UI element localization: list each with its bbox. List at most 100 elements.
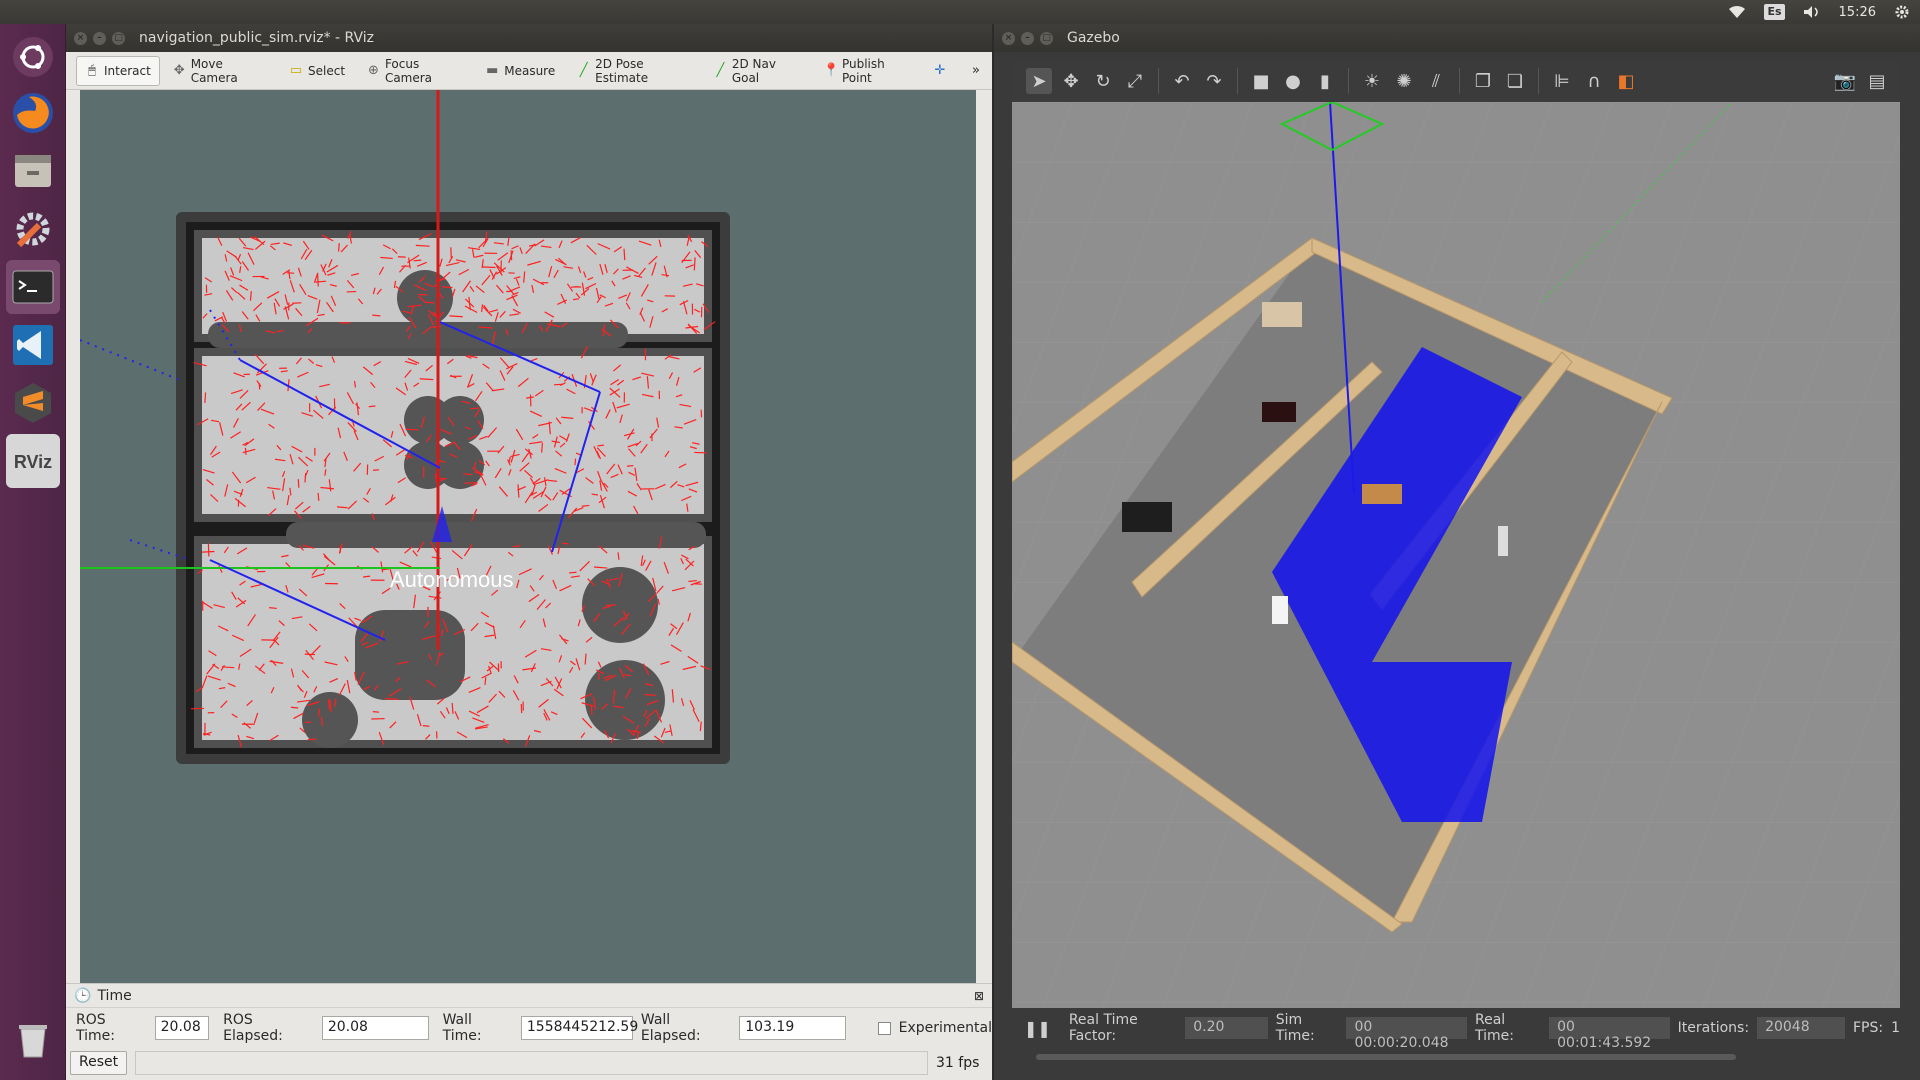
maximize-icon[interactable]: □ (112, 31, 125, 45)
volume-icon[interactable] (1803, 3, 1821, 21)
particle-arrow (372, 711, 380, 713)
system-settings-icon[interactable] (6, 202, 60, 256)
particle-arrow (574, 285, 582, 288)
rotate-mode-icon[interactable]: ↻ (1090, 68, 1116, 94)
clock-icon: 🕒 (74, 987, 92, 1004)
translate-mode-icon[interactable]: ✥ (1058, 68, 1084, 94)
close-icon[interactable]: × (1002, 31, 1015, 45)
settings-gear-icon[interactable] (1894, 3, 1910, 21)
rviz-right-panel-handle[interactable] (976, 90, 992, 983)
interact-tool-button[interactable]: 🖱 Interact (76, 55, 160, 86)
clock[interactable]: 15:26 (1839, 5, 1876, 20)
ros-elapsed-field[interactable]: 20.08 (321, 1016, 429, 1040)
file-manager-icon[interactable] (6, 144, 60, 198)
measure-icon: ▬ (486, 63, 499, 78)
close-icon[interactable]: × (74, 31, 87, 45)
minimize-icon[interactable]: – (93, 31, 106, 45)
align-icon[interactable]: ⊫ (1549, 68, 1575, 94)
publish-point-icon: 📍 (822, 63, 840, 78)
select-tool-button[interactable]: ▭ Select (280, 56, 354, 86)
cylinder-shape-icon[interactable]: ▮ (1312, 68, 1338, 94)
spot-light-icon[interactable]: ✺ (1391, 68, 1417, 94)
nav-goal-tool-button[interactable]: ╱ 2D Nav Goal (705, 56, 810, 86)
particle-arrow (500, 260, 502, 274)
gazebo-fps-label: FPS: (1852, 1020, 1884, 1036)
nav-goal-icon: ╱ (716, 63, 725, 78)
wall-elapsed-label: Wall Elapsed: (640, 1012, 701, 1044)
particle-arrow (606, 604, 616, 607)
screenshot-icon[interactable]: 📷 (1832, 68, 1858, 94)
keyboard-layout-indicator[interactable]: Es (1764, 4, 1785, 20)
particle-arrow (597, 444, 604, 447)
redo-icon[interactable]: ↷ (1201, 68, 1227, 94)
experimental-label: Experimental (898, 1020, 992, 1036)
reset-button[interactable]: Reset (70, 1051, 128, 1075)
rviz-left-panel-handle[interactable] (66, 90, 80, 983)
rviz-titlebar[interactable]: × – □ navigation_public_sim.rviz* - RViz (66, 24, 992, 52)
toolbar-separator (1348, 68, 1349, 94)
particle-arrow (541, 442, 544, 453)
select-mode-icon[interactable]: ➤ (1026, 68, 1052, 94)
firefox-icon[interactable] (6, 86, 60, 140)
change-view-icon[interactable]: ◧ (1613, 68, 1639, 94)
particle-arrow (405, 428, 419, 431)
gazebo-titlebar[interactable]: × – □ Gazebo (994, 24, 1920, 52)
rviz-icon[interactable]: RViz (6, 434, 60, 488)
close-panel-icon[interactable]: ⊠ (974, 989, 984, 1003)
directional-light-icon[interactable]: ⫽ (1423, 68, 1449, 94)
robot-status-label: Autonomous (390, 567, 514, 592)
measure-tool-button[interactable]: ▬ Measure (476, 56, 564, 86)
particle-arrow (451, 702, 454, 714)
move-camera-tool-button[interactable]: ✥ Move Camera (164, 56, 276, 86)
table-model (1262, 402, 1296, 422)
time-panel-header: 🕒 Time ⊠ (66, 984, 992, 1008)
gazebo-status-bar: ❚❚ Real Time Factor: 0.20 Sim Time: 00 0… (1012, 1008, 1900, 1051)
particle-arrow (307, 738, 317, 741)
wall-elapsed-field[interactable]: 103.19 (739, 1016, 846, 1040)
sublime-text-icon[interactable] (6, 376, 60, 430)
particle-arrow (623, 674, 632, 677)
particle-arrow (449, 315, 463, 318)
minimize-icon[interactable]: – (1021, 31, 1034, 45)
undo-icon[interactable]: ↶ (1169, 68, 1195, 94)
particle-arrow (481, 266, 496, 269)
particle-arrow (450, 247, 452, 259)
ros-time-field[interactable]: 20.08 (154, 1016, 210, 1040)
particle-arrow (484, 677, 487, 685)
particle-arrow (572, 298, 580, 301)
wifi-icon[interactable] (1728, 3, 1746, 21)
rviz-3d-view[interactable]: Autonomous (80, 90, 976, 983)
maximize-icon[interactable]: □ (1040, 31, 1053, 45)
gazebo-3d-view[interactable] (1012, 102, 1900, 1014)
pause-icon[interactable]: ❚❚ (1024, 1019, 1051, 1038)
wall-time-field[interactable]: 1558445212.59 (520, 1016, 638, 1040)
vscode-icon[interactable] (6, 318, 60, 372)
real-time-label: Real Time: (1475, 1012, 1514, 1044)
point-light-icon[interactable]: ☀ (1359, 68, 1385, 94)
scale-mode-icon[interactable]: ⤢ (1122, 68, 1148, 94)
toolbar-overflow-button[interactable]: » (960, 56, 992, 86)
ubuntu-dash-icon[interactable] (6, 30, 60, 84)
add-tool-button[interactable]: ✛ (924, 56, 956, 86)
focus-camera-tool-button[interactable]: ⊕ Focus Camera (358, 56, 472, 86)
particle-arrow (693, 257, 696, 271)
particle-arrow (372, 314, 381, 317)
sphere-shape-icon[interactable]: ● (1280, 68, 1306, 94)
snap-icon[interactable]: ∩ (1581, 68, 1607, 94)
experimental-checkbox[interactable] (877, 1021, 891, 1035)
copy-icon[interactable]: ❐ (1470, 68, 1496, 94)
paste-icon[interactable]: ❏ (1502, 68, 1528, 94)
log-icon[interactable]: ▤ (1864, 68, 1890, 94)
trash-icon[interactable] (6, 1012, 60, 1066)
publish-point-tool-button[interactable]: 📍 Publish Point (814, 56, 920, 86)
box-shape-icon[interactable]: ■ (1248, 68, 1274, 94)
particle-arrow (574, 458, 577, 466)
cursor-icon: 🖱 (88, 63, 96, 78)
person-model (1498, 526, 1508, 556)
horizontal-scrollbar[interactable] (1036, 1054, 1736, 1060)
rtf-label: Real Time Factor: (1068, 1012, 1138, 1044)
top-panel: Es 15:26 (0, 0, 1920, 24)
pose-estimate-tool-button[interactable]: ╱ 2D Pose Estimate (568, 56, 701, 86)
particle-arrow (244, 447, 247, 455)
terminal-icon[interactable] (6, 260, 60, 314)
